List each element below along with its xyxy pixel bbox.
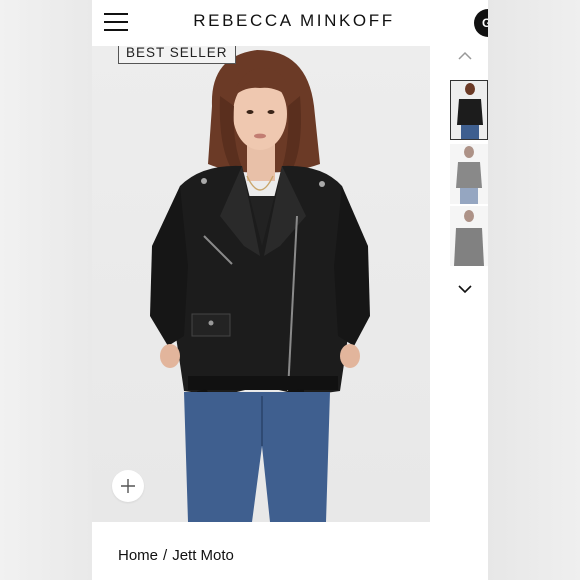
thumbnail-2[interactable] [450,144,488,204]
breadcrumb: Home / Jett Moto [118,547,234,564]
zoom-plus-button[interactable] [112,470,144,502]
chevron-down-icon[interactable] [458,284,472,294]
thumbnail-3[interactable] [450,206,488,266]
best-seller-badge: BEST SELLER [118,46,236,64]
breadcrumb-separator: / [163,547,168,564]
thumbnail-image [451,81,487,139]
phone-screen: REBECCA MINKOFF G BEST SELLER Home / Jet… [92,0,488,580]
brand-logo[interactable]: REBECCA MINKOFF [92,11,488,31]
thumbnail-image [450,206,488,266]
plus-icon [121,479,135,493]
model-photo [150,50,370,522]
breadcrumb-current: Jett Moto [172,547,234,564]
background-right [488,0,580,580]
site-header: REBECCA MINKOFF G [92,0,488,46]
background-left [0,0,92,580]
chevron-up-icon[interactable] [458,51,472,61]
thumbnail-1[interactable] [450,80,488,140]
breadcrumb-home-link[interactable]: Home [118,547,158,564]
thumbnail-strip [448,46,488,306]
product-main-image[interactable]: BEST SELLER [92,46,430,522]
thumbnail-image [450,144,488,204]
